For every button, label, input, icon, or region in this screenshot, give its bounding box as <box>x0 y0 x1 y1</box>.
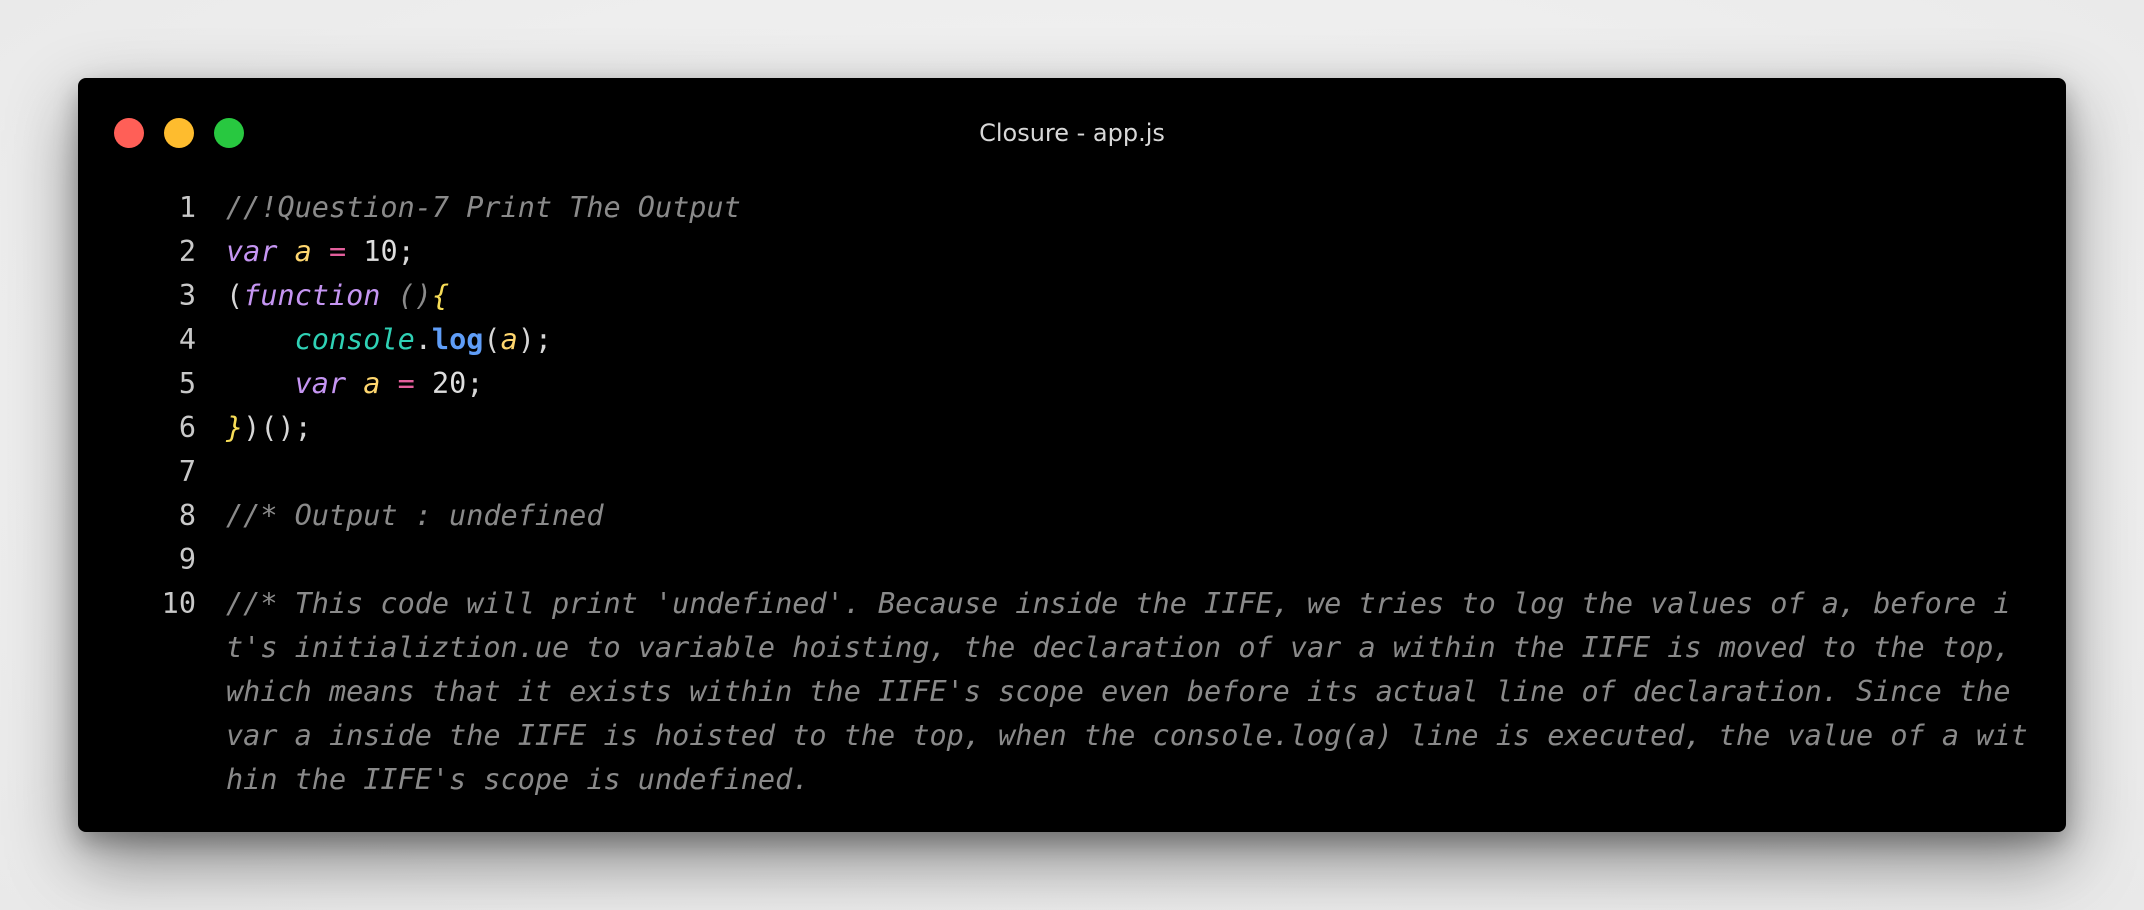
code-token: a <box>363 367 381 400</box>
code-token: ( <box>226 279 244 312</box>
code-token: )(); <box>243 411 312 444</box>
code-token: = <box>329 235 347 268</box>
line-number: 3 <box>178 279 196 312</box>
code-token: { <box>431 279 450 312</box>
code-line: 6})(); <box>78 406 2066 450</box>
code-text: //* Output : undefined <box>226 494 2066 538</box>
code-token: ; <box>466 367 484 400</box>
window-title: Closure - app.js <box>979 119 1165 147</box>
code-line: 4 console.log(a); <box>78 318 2066 362</box>
line-number: 4 <box>178 323 196 356</box>
code-token: ); <box>517 323 553 356</box>
code-text: //* This code will print 'undefined'. Be… <box>226 582 2066 802</box>
code-token: console <box>294 323 415 356</box>
code-token: ; <box>397 235 415 268</box>
code-token: 10 <box>363 235 398 268</box>
code-token: log <box>431 323 484 356</box>
comment-text: //* This code will print 'undefined'. Be… <box>226 587 2011 620</box>
code-token: var <box>226 235 278 268</box>
code-text: var a = 20; <box>226 362 2066 406</box>
line-number: 1 <box>178 191 196 224</box>
code-text: (function (){ <box>226 274 2066 318</box>
code-line: 9 <box>78 538 2066 582</box>
code-token: = <box>397 367 415 400</box>
code-line: 5 var a = 20; <box>78 362 2066 406</box>
code-token: () <box>397 279 432 312</box>
code-editor[interactable]: 1 //!Question-7 Print The Output 2 var a = … <box>78 186 2066 802</box>
code-text: var a = 10; <box>226 230 2066 274</box>
line-number: 9 <box>178 543 196 576</box>
code-text: })(); <box>226 406 2066 450</box>
code-text: //!Question-7 Print The Output <box>226 186 2066 230</box>
code-line: 2 var a = 10; <box>78 230 2066 274</box>
code-token: ( <box>483 323 501 356</box>
code-text: console.log(a); <box>226 318 2066 362</box>
comment-text: t's initializtion.ue to variable hoistin… <box>226 631 2011 664</box>
line-number: 6 <box>178 411 196 444</box>
code-token: } <box>226 411 244 444</box>
code-line: 3 (function (){ <box>78 274 2066 318</box>
code-line: 1 //!Question-7 Print The Output <box>78 186 2066 230</box>
code-line: 8 //* Output : undefined <box>78 494 2066 538</box>
code-line: 7 <box>78 450 2066 494</box>
line-number: 5 <box>178 367 196 400</box>
code-token: . <box>414 323 432 356</box>
comment-text: hin the IIFE's scope is undefined. <box>226 763 810 796</box>
code-token: a <box>294 235 312 268</box>
line-number: 10 <box>161 587 196 620</box>
line-number: 7 <box>178 455 196 488</box>
code-token: var <box>294 367 347 400</box>
code-token: a <box>500 323 518 356</box>
code-token: //* Output : undefined <box>226 499 604 532</box>
comment-text: var a inside the IIFE is hoisted to the … <box>226 719 2028 752</box>
line-number: 8 <box>178 499 196 532</box>
code-window: Closure - app.js 1 //!Question-7 Print Th… <box>78 78 2066 832</box>
code-line: 10 //* This code will print 'undefined'. … <box>78 582 2066 802</box>
code-token: //!Question-7 Print The Output <box>226 191 741 224</box>
code-token: 20 <box>431 367 467 400</box>
comment-text: which means that it exists within the II… <box>226 675 2011 708</box>
code-token: function <box>243 279 381 312</box>
line-number: 2 <box>178 235 196 268</box>
title-bar: Closure - app.js <box>78 78 2066 186</box>
